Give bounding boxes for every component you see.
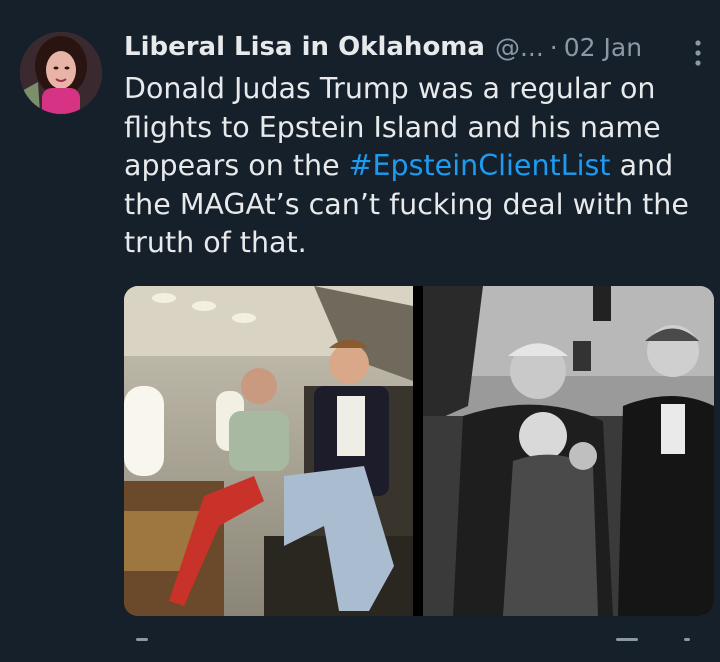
media-photo-right[interactable] — [423, 286, 714, 616]
avatar-photo — [20, 32, 102, 114]
hashtag-link[interactable]: #EpsteinClientList — [349, 149, 611, 182]
tweet-text-line: flights to Epstein Island and his name — [124, 110, 661, 144]
tweet-text-line: truth of that. — [124, 226, 307, 259]
tweet-text: Donald Judas Trump was a regular on flig… — [124, 70, 714, 263]
media-grid — [124, 286, 714, 616]
more-options-icon[interactable] — [692, 38, 704, 68]
tweet-text-line: the MAGAt’s can’t fucking deal with the — [124, 187, 689, 221]
share-icon[interactable] — [684, 638, 690, 641]
tweet-text-line: appears on the #EpsteinClientList and — [124, 147, 714, 186]
avatar[interactable] — [20, 32, 102, 114]
display-name[interactable]: Liberal Lisa in Oklahoma — [124, 32, 485, 62]
reply-icon[interactable] — [136, 638, 148, 641]
tweet-text-line: Donald Judas Trump was a regular on — [124, 72, 656, 105]
tweet-date[interactable]: 02 Jan — [564, 33, 642, 62]
separator-dot: · — [549, 32, 558, 62]
user-handle[interactable]: @... — [495, 33, 544, 62]
tweet-card[interactable]: Liberal Lisa in Oklahoma @... · 02 Jan D… — [0, 0, 720, 662]
media-photo-left[interactable] — [124, 286, 413, 616]
tweet-header: Liberal Lisa in Oklahoma @... · 02 Jan — [124, 28, 704, 66]
tweet-action-bar — [124, 632, 714, 652]
tweet-text-fragment: and — [610, 149, 674, 182]
like-icon[interactable] — [616, 638, 638, 641]
tweet-text-fragment: appears on the — [124, 149, 349, 182]
